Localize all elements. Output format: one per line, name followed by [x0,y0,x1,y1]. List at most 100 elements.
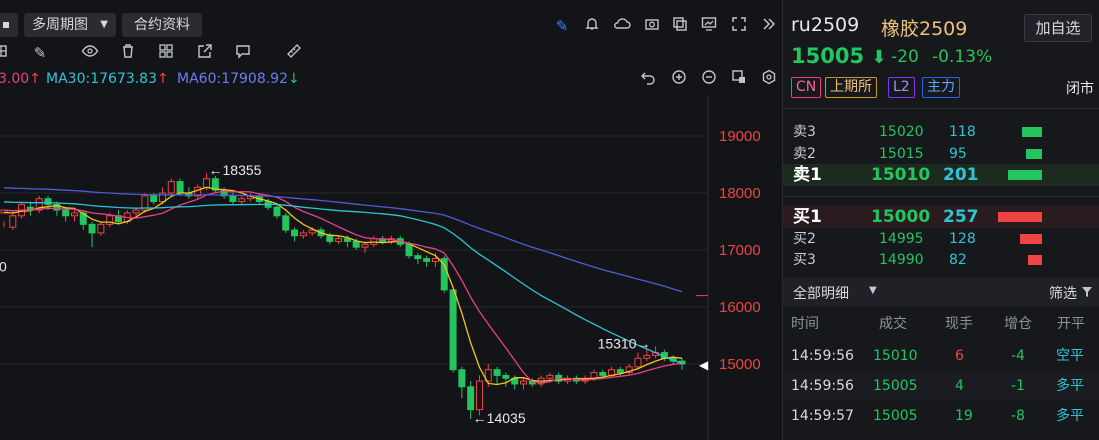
volume-bar [1020,234,1042,244]
period-dropdown-label: 多周期图 [32,17,88,33]
orderbook-row[interactable]: 卖1 15010 201 [783,164,1099,186]
trade-price: 15010 [873,348,918,364]
recent-high-annotation: 15310→ [598,335,651,351]
y-tick-label: 15000 [719,356,761,373]
arrow-up-icon: ↑ [157,71,169,87]
candle-body [616,369,624,374]
external-link-icon[interactable] [195,43,215,64]
chart-panel: 多周期图 ▼ 合约资料 ✎ ✎ 3.00↑ MA30:17673.83↑ MA6… [0,0,782,440]
trade-time: 14:59:56 [791,378,854,394]
trade-type: 多平 [1056,378,1084,394]
col-price: 成交 [879,316,907,332]
candle-body [70,212,78,217]
zoom-out-icon[interactable] [699,69,719,90]
trade-price: 15005 [873,378,918,394]
candlestick-chart[interactable]: 19000 18000 17000 16000 15000 0 ←18355 ←14035 15… [0,96,782,440]
trade-qty: 4 [955,378,964,394]
candle-body [273,206,281,217]
caret-down-icon[interactable]: ▼ [869,285,877,296]
layout-icon[interactable] [156,43,176,64]
market-status: 闭市 [1066,81,1094,97]
orderbook-price: 15020 [879,124,924,140]
orderbook-volume: 95 [949,146,967,162]
volume-bar [998,212,1042,222]
candle-body [449,289,457,371]
contract-info-button[interactable]: 合约资料 [122,13,202,37]
col-oi: 增仓 [1004,316,1032,332]
trade-row: 14:59:56 15005 4 -1 多平 [783,372,1099,400]
candle-body [414,255,422,260]
candle-body [9,215,17,228]
candle-body [176,181,184,194]
candle-body [352,240,360,248]
expand-right-icon[interactable] [758,16,778,37]
arrow-up-icon: ↑ [29,71,41,87]
trade-detail-title: 全部明细 [793,286,849,302]
cloud-icon[interactable] [612,16,632,37]
orderbook-label: 买1 [793,207,822,227]
quote-panel: ru2509 橡胶2509 加自选 15005 ⬇ -20 -0.13% CN … [782,0,1099,440]
bell-icon[interactable] [582,16,602,37]
candle-body [493,369,501,376]
camera-icon[interactable] [642,16,662,37]
tag-l2: L2 [888,77,915,98]
candle-body [335,238,343,242]
orderbook-row[interactable]: 买3 14990 82 [783,249,1099,271]
ma60-text: MA60:17908.92 [177,71,288,87]
tag-cn: CN [791,77,822,98]
col-type: 开平 [1057,316,1085,332]
add-watchlist-button[interactable]: 加自选 [1024,14,1092,42]
pen-icon[interactable]: ✎ [552,16,572,36]
tag-exchange: 上期所 [825,77,877,98]
ma30-text: MA30:17673.83 [46,71,157,87]
candle-body [291,229,299,237]
orderbook-row[interactable]: 买1 15000 257 [783,206,1099,228]
settings-icon[interactable] [759,69,779,90]
orderbook-price: 15010 [871,165,931,185]
eye-icon[interactable] [80,43,100,64]
ma60-value: MA60:17908.92↓ [177,70,300,88]
orderbook-row[interactable]: 买2 14995 128 [783,228,1099,250]
last-price-value: 15005 [791,44,865,68]
orderbook-volume: 201 [943,165,979,185]
trade-oi: -8 [1011,408,1025,424]
menu-icon [3,22,9,28]
low-annotation: ←14035 [473,410,526,426]
trade-row: 14:59:56 15010 6 -4 空平 [783,342,1099,370]
orderbook-row[interactable]: 卖3 15020 118 [783,121,1099,143]
monitor-chart-icon[interactable] [699,16,719,37]
trade-time: 14:59:56 [791,348,854,364]
orderbook-row[interactable]: 卖2 15015 95 [783,143,1099,165]
zoom-in-icon[interactable] [669,69,689,90]
candle-body [502,374,510,379]
orderbook-price: 15015 [879,146,924,162]
candle-body [282,215,290,231]
filter-label: 筛选 [1049,286,1077,302]
candle-body [520,380,528,385]
comment-icon[interactable] [233,43,253,64]
arrow-down-icon: ⬇ [871,47,887,68]
grid-tool-icon[interactable] [0,43,12,64]
trash-icon[interactable] [118,43,138,64]
tag-main: 主力 [922,77,960,98]
candle-body [546,374,554,379]
pencil-icon[interactable]: ✎ [30,43,50,63]
period-dropdown[interactable]: 多周期图 ▼ [24,13,116,37]
filter-button[interactable]: 筛选 [1049,283,1093,303]
trade-type: 空平 [1056,348,1084,364]
copy-window-icon[interactable] [670,16,690,37]
price-change-pct: -0.13% [932,47,993,67]
symbol-code: ru2509 [791,14,860,36]
menu-button[interactable] [0,13,18,37]
fullscreen-icon[interactable] [729,16,749,37]
candle-body [467,386,475,411]
caret-down-icon: ▼ [100,19,108,30]
trade-row: 14:59:57 15005 19 -8 多平 [783,402,1099,430]
volume-bar [1026,149,1042,159]
candle-body [97,223,105,234]
undo-icon[interactable] [638,69,658,90]
ruler-icon[interactable] [284,43,304,64]
restore-icon[interactable] [729,69,749,90]
orderbook-label: 卖3 [793,124,816,140]
divider [783,108,1099,109]
